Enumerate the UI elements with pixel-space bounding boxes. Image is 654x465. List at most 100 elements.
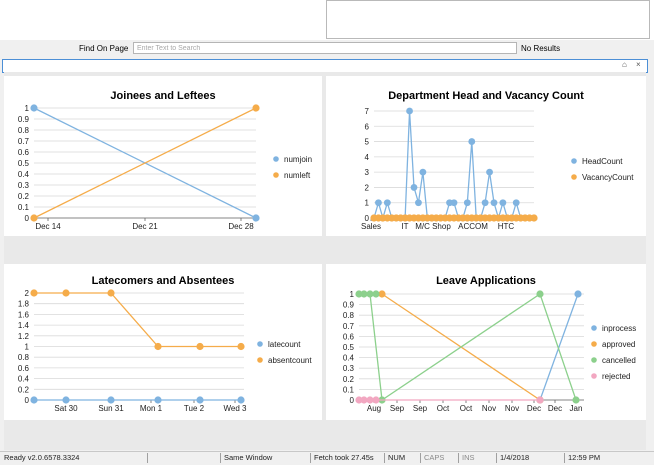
x-tick-label: Dec bbox=[527, 404, 541, 413]
y-tick-label: 0.5 bbox=[343, 343, 355, 352]
data-point-absentcount bbox=[196, 342, 204, 351]
data-point-absentcount bbox=[237, 342, 245, 351]
data-point-absentcount bbox=[154, 342, 162, 351]
x-tick-label: Sep bbox=[390, 404, 405, 413]
x-tick-label: Dec 14 bbox=[35, 222, 61, 231]
top-text-panel[interactable] bbox=[326, 0, 650, 39]
y-tick-label: 0.4 bbox=[18, 375, 30, 384]
y-tick-label: 0.3 bbox=[343, 364, 355, 373]
y-tick-label: 2 bbox=[365, 183, 370, 192]
data-point-latecount bbox=[237, 396, 245, 404]
data-point-VacancyCount bbox=[530, 214, 538, 222]
data-point-HeadCount bbox=[383, 199, 391, 207]
x-tick-label: Dec 21 bbox=[132, 222, 158, 231]
y-tick-label: 1.8 bbox=[18, 300, 30, 309]
x-tick-label: Oct bbox=[460, 404, 473, 413]
data-point-HeadCount bbox=[415, 199, 422, 207]
status-fetch-time: Fetch took 27.45s bbox=[310, 453, 384, 463]
x-tick-label: Nov bbox=[505, 404, 519, 413]
y-tick-label: 1.6 bbox=[18, 310, 30, 319]
find-search-input[interactable] bbox=[133, 42, 517, 54]
find-label: Find On Page bbox=[79, 44, 129, 53]
y-tick-label: 1 bbox=[365, 199, 370, 208]
legend-marker-absentcount bbox=[257, 357, 263, 363]
y-tick-label: 0.4 bbox=[343, 354, 355, 363]
status-caps: CAPS bbox=[420, 453, 458, 463]
y-tick-label: 0.2 bbox=[18, 385, 30, 394]
y-tick-label: 0.8 bbox=[343, 311, 355, 320]
x-tick-label: HTC bbox=[498, 222, 515, 231]
legend-label: numjoin bbox=[284, 155, 312, 164]
data-point-HeadCount bbox=[375, 199, 382, 207]
chart-panel-latecomers: Latecomers and Absentees 0 0.2 0.4 0.6 0.8 1 1… bbox=[4, 264, 322, 420]
legend-label: VacancyCount bbox=[582, 173, 634, 182]
close-icon[interactable]: × bbox=[636, 60, 641, 69]
x-tick-label: Tue 2 bbox=[184, 404, 205, 413]
legend-marker-VacancyCount bbox=[571, 174, 577, 180]
y-tick-label: 0.9 bbox=[18, 115, 30, 124]
y-tick-label: 2 bbox=[25, 289, 30, 298]
data-point-extra bbox=[372, 290, 380, 298]
y-tick-label: 0.9 bbox=[343, 301, 355, 310]
y-tick-label: 0.2 bbox=[18, 192, 30, 201]
data-point-extra bbox=[372, 396, 380, 404]
data-point-HeadCount bbox=[468, 138, 476, 145]
y-tick-label: 7 bbox=[365, 107, 370, 116]
legend-marker-numjoin bbox=[273, 156, 279, 162]
data-point-latecount bbox=[154, 396, 162, 404]
legend-marker-numleft bbox=[273, 172, 279, 178]
y-tick-label: 0 bbox=[350, 396, 355, 405]
legend-label: cancelled bbox=[602, 356, 636, 365]
y-tick-label: 5 bbox=[365, 138, 370, 147]
y-tick-label: 0.2 bbox=[343, 375, 355, 384]
y-tick-label: 4 bbox=[365, 153, 370, 162]
y-tick-label: 3 bbox=[365, 168, 370, 177]
x-tick-label: M/C Shop bbox=[415, 222, 451, 231]
y-tick-label: 0.1 bbox=[18, 203, 30, 212]
status-time: 12:59 PM bbox=[564, 453, 654, 463]
data-point-extra bbox=[360, 396, 368, 404]
x-tick-label: Jan bbox=[570, 404, 583, 413]
x-tick-label: ACCOM bbox=[458, 222, 488, 231]
legend-label: rejected bbox=[602, 372, 630, 381]
data-point-HeadCount bbox=[481, 199, 489, 207]
data-point-HeadCount bbox=[512, 199, 520, 207]
x-tick-label: Sat 30 bbox=[54, 404, 78, 413]
data-point-inprocess bbox=[574, 290, 582, 298]
y-tick-label: 0 bbox=[25, 214, 30, 223]
x-tick-label: Oct bbox=[437, 404, 450, 413]
data-point-HeadCount bbox=[463, 199, 471, 207]
status-num: NUM bbox=[384, 453, 420, 463]
chart-leave-svg: 0 0.10.2 0.30.4 0.5 0.60.7 0.80.9 1 Aug Sep Sep Oc… bbox=[343, 290, 636, 413]
legend-label: numleft bbox=[284, 171, 311, 180]
data-point-HeadCount bbox=[490, 199, 498, 207]
data-point-HeadCount bbox=[499, 199, 507, 207]
legend-marker-inprocess bbox=[591, 325, 597, 331]
y-tick-label: 0.6 bbox=[18, 148, 30, 157]
data-point-latecount bbox=[196, 396, 204, 404]
data-point-latecount bbox=[62, 396, 70, 404]
y-tick-label: 0.6 bbox=[343, 332, 355, 341]
x-tick-label: Nov bbox=[482, 404, 496, 413]
data-point-latecount bbox=[30, 396, 38, 404]
y-tick-label: 0.5 bbox=[18, 159, 30, 168]
y-tick-label: 1.2 bbox=[18, 332, 30, 341]
x-tick-label: Wed 3 bbox=[224, 404, 248, 413]
y-tick-label: 1 bbox=[350, 290, 355, 299]
legend-label: inprocess bbox=[602, 324, 636, 333]
chart-panel-joinees: Joinees and Leftees 0 0.1 0.2 0.3 0.4 0.5 0.6 0… bbox=[4, 76, 322, 236]
x-tick-label: Sep bbox=[413, 404, 428, 413]
y-tick-label: 0 bbox=[25, 396, 30, 405]
pin-icon[interactable]: ⌂ bbox=[622, 60, 627, 69]
series-line-absentcount bbox=[34, 292, 241, 348]
data-point-numleft bbox=[30, 214, 38, 222]
data-point-HeadCount bbox=[406, 107, 413, 115]
y-tick-label: 0.7 bbox=[18, 137, 30, 146]
legend-label: approved bbox=[602, 340, 635, 349]
status-blank bbox=[147, 453, 220, 463]
x-tick-label: Sales bbox=[361, 222, 381, 231]
x-tick-label: Dec bbox=[548, 404, 562, 413]
data-point-absentcount bbox=[30, 289, 38, 297]
y-tick-label: 1 bbox=[25, 104, 30, 113]
data-point-cancelled bbox=[572, 396, 580, 404]
